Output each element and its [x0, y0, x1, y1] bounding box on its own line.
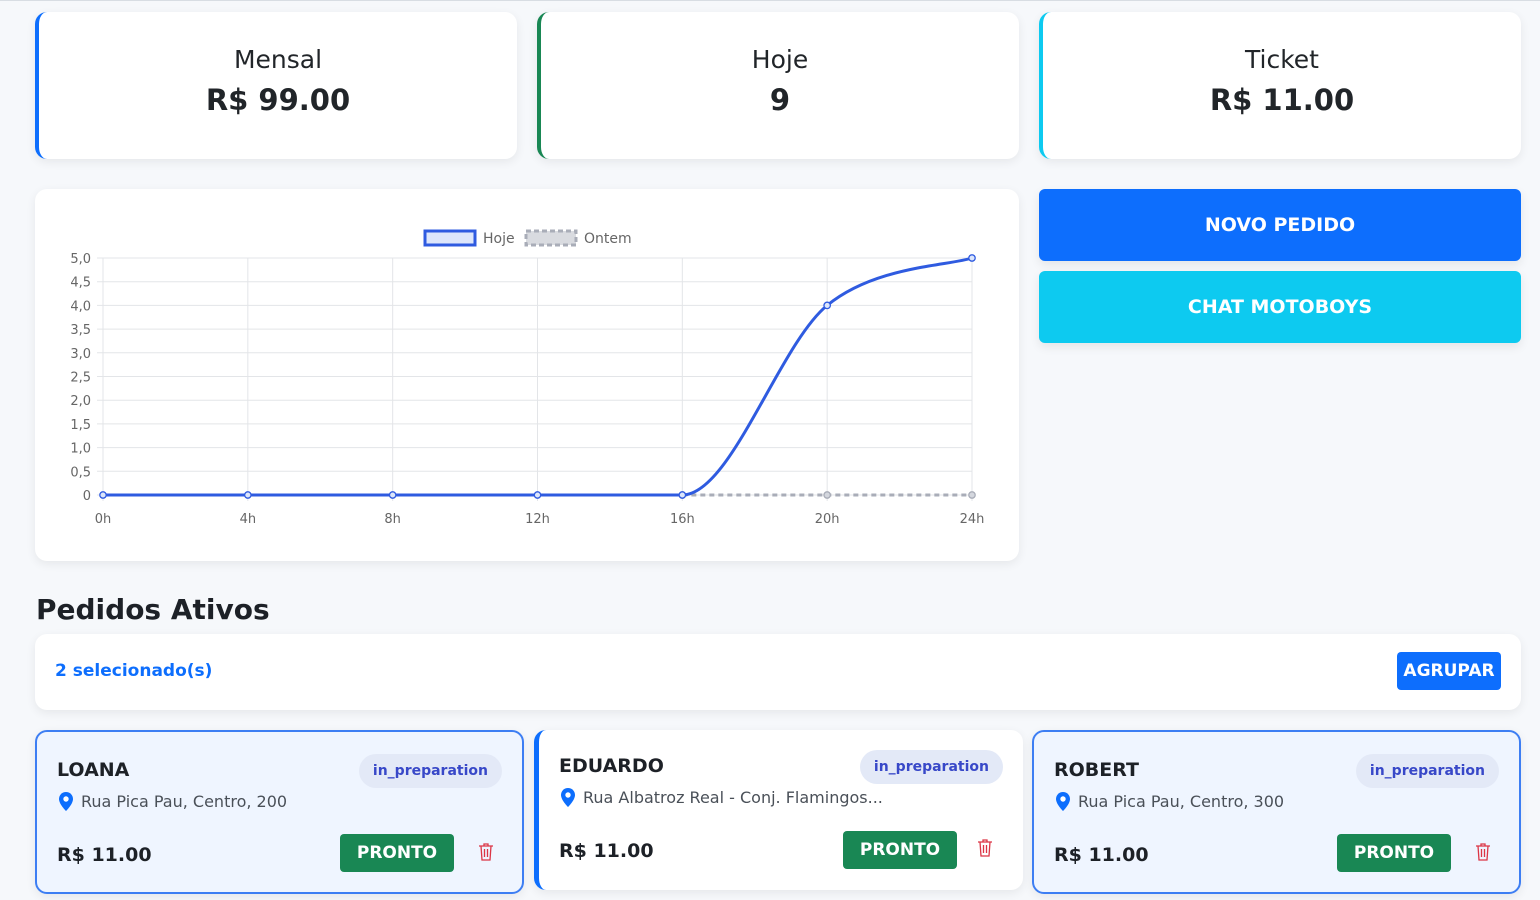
stat-value: R$ 11.00 [1209, 83, 1355, 117]
y-tick-label: 5,0 [70, 252, 91, 267]
x-tick-label: 0h [95, 512, 112, 527]
order-address: Rua Pica Pau, Centro, 200 [59, 792, 287, 811]
order-card[interactable]: EDUARDO in_preparation Rua Albatroz Real… [534, 730, 1023, 890]
chat-motoboys-button[interactable]: CHAT MOTOBOYS [1039, 271, 1521, 343]
status-badge: in_preparation [358, 754, 502, 788]
trash-icon[interactable] [478, 842, 494, 861]
stat-card-ticket: Ticket R$ 11.00 [1039, 12, 1521, 159]
address-text: Rua Albatroz Real - Conj. Flamingos... [583, 788, 883, 807]
x-tick-label: 4h [240, 512, 257, 527]
stat-card-mensal: Mensal R$ 99.00 [35, 12, 517, 159]
legend-label: Hoje [483, 231, 515, 247]
section-title: Pedidos Ativos [36, 593, 270, 626]
x-tick-label: 8h [384, 512, 401, 527]
order-address: Rua Albatroz Real - Conj. Flamingos... [561, 788, 883, 807]
y-tick-label: 3,0 [70, 347, 91, 362]
data-point [388, 491, 397, 499]
data-point [243, 491, 252, 499]
ready-button[interactable]: PRONTO [340, 834, 454, 872]
order-card[interactable]: LOANA in_preparation Rua Pica Pau, Centr… [35, 730, 524, 894]
address-text: Rua Pica Pau, Centro, 200 [81, 792, 288, 811]
orders-line-chart: 0 0,5 1,0 1,5 2,0 2,5 3,0 3,5 4,0 4,5 5,0 0h 4h 8h 12h… [70, 229, 985, 527]
y-tick-label: 2,0 [70, 394, 91, 409]
x-tick-label: 12h [525, 512, 550, 527]
stat-label: Ticket [1245, 45, 1319, 74]
group-button[interactable]: AGRUPAR [1397, 652, 1501, 690]
y-tick-label: 0,5 [70, 465, 91, 480]
stat-value: R$ 99.00 [205, 83, 351, 117]
stat-label: Hoje [751, 45, 809, 74]
order-price: R$ 11.00 [57, 844, 152, 866]
trash-icon[interactable] [977, 838, 993, 857]
y-tick-label: 1,0 [70, 442, 91, 457]
y-tick-label: 4,0 [70, 299, 91, 314]
selected-count: 2 selecionado(s) [55, 661, 213, 681]
data-point [533, 491, 542, 499]
customer-name: LOANA [57, 759, 130, 781]
stat-label: Mensal [233, 45, 323, 74]
map-pin-icon [561, 788, 575, 807]
legend-label: Ontem [584, 231, 632, 247]
data-point [823, 301, 832, 310]
stat-card-hoje: Hoje 9 [537, 12, 1019, 159]
order-address: Rua Pica Pau, Centro, 300 [1056, 792, 1284, 811]
data-point [823, 491, 832, 499]
y-tick-label: 4,5 [70, 276, 91, 291]
address-text: Rua Pica Pau, Centro, 300 [1078, 792, 1285, 811]
y-tick-label: 3,5 [70, 323, 91, 338]
order-price: R$ 11.00 [559, 840, 654, 862]
y-tick-label: 0 [83, 489, 91, 504]
customer-name: EDUARDO [559, 755, 664, 777]
y-tick-label: 1,5 [70, 418, 91, 433]
x-tick-label: 20h [815, 512, 840, 527]
data-point [968, 254, 976, 262]
data-point [99, 491, 107, 499]
order-card[interactable]: ROBERT in_preparation Rua Pica Pau, Cent… [1032, 730, 1521, 894]
legend-swatch [423, 229, 477, 247]
x-tick-label: 16h [670, 512, 695, 527]
map-pin-icon [1056, 792, 1070, 811]
order-price: R$ 11.00 [1054, 844, 1149, 866]
stat-value: 9 [769, 83, 791, 117]
data-point [678, 491, 687, 499]
legend-swatch [524, 229, 578, 247]
status-badge: in_preparation [1355, 754, 1499, 788]
map-pin-icon [59, 792, 73, 811]
data-point [968, 491, 976, 499]
ready-button[interactable]: PRONTO [843, 831, 957, 869]
ready-button[interactable]: PRONTO [1337, 834, 1451, 872]
y-tick-label: 2,5 [70, 371, 91, 386]
orders-chart-card: 0 0,5 1,0 1,5 2,0 2,5 3,0 3,5 4,0 4,5 5,0 0h 4h 8h 12h… [35, 189, 1019, 561]
customer-name: ROBERT [1054, 759, 1139, 781]
selection-bar: 2 selecionado(s) AGRUPAR [35, 634, 1521, 710]
trash-icon[interactable] [1475, 842, 1491, 861]
new-order-button[interactable]: NOVO PEDIDO [1039, 189, 1521, 261]
status-badge: in_preparation [859, 750, 1003, 784]
x-tick-label: 24h [960, 512, 985, 527]
